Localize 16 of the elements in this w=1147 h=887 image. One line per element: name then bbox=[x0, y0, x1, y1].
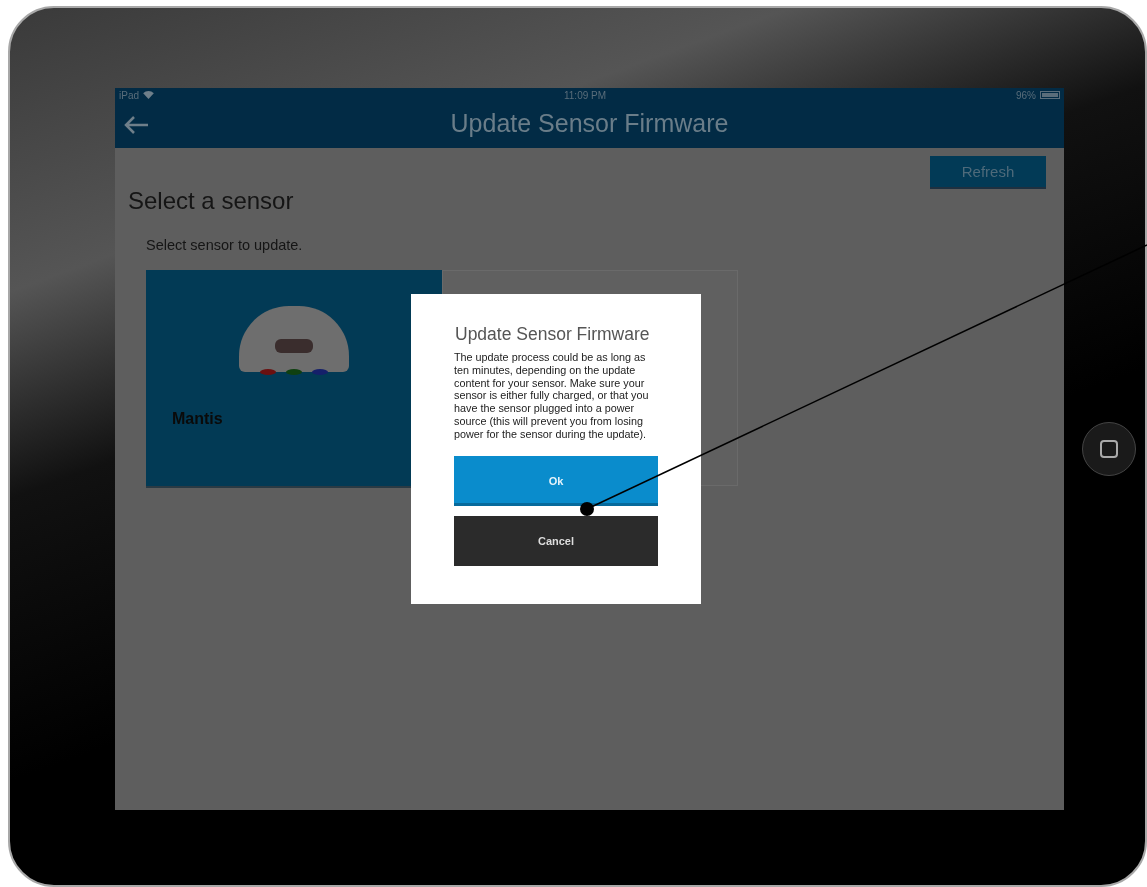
dialog-title: Update Sensor Firmware bbox=[455, 324, 651, 345]
battery-icon bbox=[1040, 91, 1060, 99]
page-heading: Select a sensor bbox=[128, 187, 295, 215]
screen-title: Update Sensor Firmware bbox=[449, 108, 730, 138]
battery-percent: 96% bbox=[1016, 89, 1036, 101]
back-arrow-icon[interactable] bbox=[123, 115, 149, 135]
carrier-label: iPad bbox=[119, 89, 139, 101]
home-button[interactable] bbox=[1082, 422, 1136, 476]
instruction-text: Select sensor to update. bbox=[146, 237, 304, 253]
cancel-button[interactable]: Cancel bbox=[454, 515, 658, 566]
wifi-icon bbox=[143, 91, 154, 99]
ok-button[interactable]: Ok bbox=[454, 455, 658, 506]
dialog-message: The update process could be as long as ten minutes, depending on the update content for your sensor. Make sure your sensor is either fully charged, or that you have the sensor plugged into a power source (this will prevent you from losing power for the sensor during the update). bbox=[454, 351, 650, 441]
refresh-button[interactable]: Refresh bbox=[930, 156, 1046, 187]
clock-time: 11:09 PM bbox=[563, 89, 607, 101]
sensor-name: Mantis bbox=[172, 410, 224, 428]
